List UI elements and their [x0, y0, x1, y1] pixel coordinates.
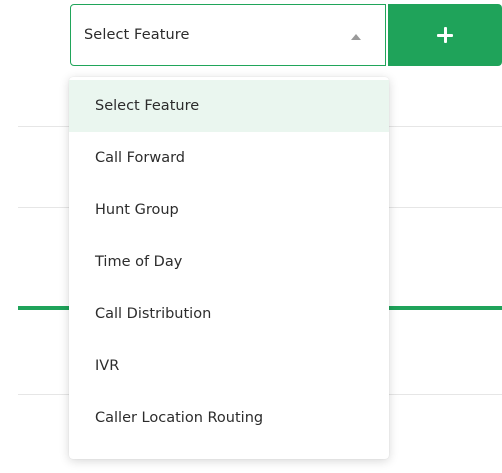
option-ivr[interactable]: IVR	[69, 340, 389, 392]
option-call-distribution[interactable]: Call Distribution	[69, 288, 389, 340]
caret-up-icon	[351, 34, 361, 40]
option-select-feature[interactable]: Select Feature	[69, 80, 389, 132]
option-time-of-day[interactable]: Time of Day	[69, 236, 389, 288]
option-call-forward[interactable]: Call Forward	[69, 132, 389, 184]
feature-dropdown-menu: Select Feature Call Forward Hunt Group T…	[69, 77, 389, 459]
option-caller-location-routing[interactable]: Caller Location Routing	[69, 392, 389, 444]
page: Select Feature Select Feature Call Forwa…	[0, 0, 502, 473]
feature-select[interactable]: Select Feature	[70, 4, 386, 66]
plus-icon	[437, 27, 453, 43]
feature-select-value: Select Feature	[84, 27, 190, 43]
add-feature-button[interactable]	[388, 4, 502, 66]
option-hunt-group[interactable]: Hunt Group	[69, 184, 389, 236]
